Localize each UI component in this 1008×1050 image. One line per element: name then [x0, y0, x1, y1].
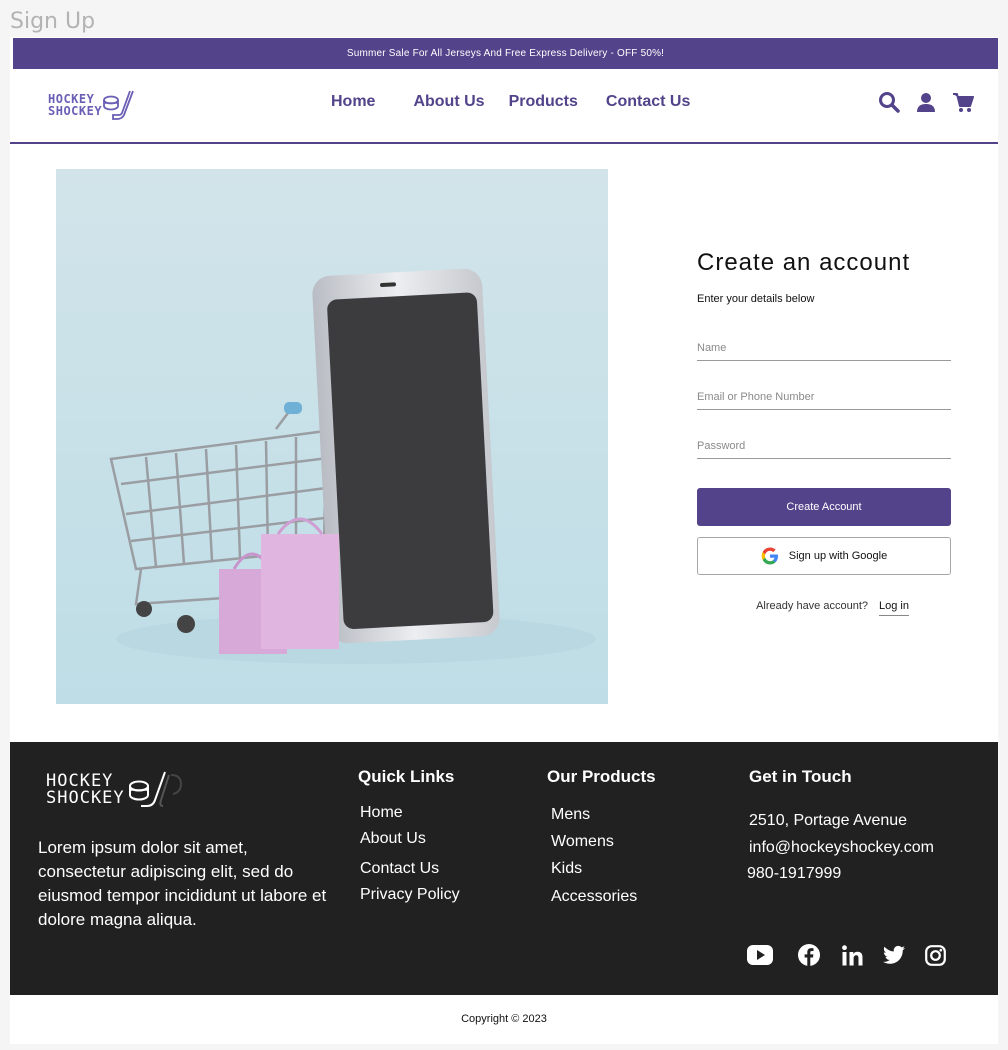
footer-link-womens[interactable]: Womens	[551, 833, 614, 851]
footer-link-home[interactable]: Home	[360, 804, 403, 822]
twitter-icon[interactable]	[883, 945, 905, 970]
instagram-icon[interactable]	[925, 944, 946, 971]
nav-about-us[interactable]: About Us	[413, 93, 484, 111]
form-title: Create an account	[697, 249, 911, 276]
nav-contact-us[interactable]: Contact Us	[606, 93, 690, 111]
page: Summer Sale For All Jerseys And Free Exp…	[10, 37, 998, 1044]
site-header: HOCKEY SHOCKEY Home About Us Products Co…	[10, 69, 998, 144]
puck-stick-icon	[103, 90, 134, 120]
signup-form: Create an account Enter your details bel…	[697, 249, 951, 616]
cart-icon[interactable]	[952, 91, 975, 113]
brand-line2: SHOCKEY	[48, 104, 103, 118]
get-in-touch-title: Get in Touch	[749, 767, 852, 786]
footer-link-mens[interactable]: Mens	[551, 806, 590, 824]
google-button-label: Sign up with Google	[788, 550, 888, 562]
hero-image	[56, 169, 608, 704]
site-footer: HOCKEY SHOCKEY Lorem ipsum dolor sit ame…	[10, 742, 998, 995]
footer-link-kids[interactable]: Kids	[551, 860, 582, 878]
google-icon	[761, 547, 778, 565]
youtube-icon[interactable]	[747, 945, 773, 970]
main-nav: Home About Us Products Contact Us	[331, 93, 690, 111]
footer-brand-line2: SHOCKEY	[46, 788, 125, 808]
promo-banner: Summer Sale For All Jerseys And Free Exp…	[13, 38, 998, 69]
brand-logo[interactable]: HOCKEY SHOCKEY	[48, 89, 136, 121]
nav-home[interactable]: Home	[331, 93, 375, 111]
google-signup-button[interactable]: Sign up with Google	[697, 537, 951, 575]
brand-wordmark: HOCKEY SHOCKEY	[48, 93, 102, 117]
nav-products[interactable]: Products	[509, 93, 578, 111]
footer-puck-stick-icon	[128, 771, 182, 807]
header-actions	[878, 91, 975, 113]
footer-link-privacy-policy[interactable]: Privacy Policy	[360, 886, 460, 904]
quick-links-title: Quick Links	[358, 767, 455, 786]
facebook-icon[interactable]	[798, 944, 820, 971]
frame-label: Sign Up	[10, 9, 96, 34]
social-links	[747, 944, 946, 971]
search-icon[interactable]	[878, 91, 901, 113]
login-link[interactable]: Log in	[879, 600, 909, 616]
login-row: Already have account? Log in	[697, 600, 951, 616]
footer-link-contact-us[interactable]: Contact Us	[360, 860, 439, 878]
footer-description: Lorem ipsum dolor sit amet, consectetur …	[38, 838, 327, 929]
shopping-cart-phone-illustration	[56, 169, 608, 704]
user-icon[interactable]	[915, 91, 938, 113]
contact-phone[interactable]: 980-1917999	[747, 865, 841, 883]
contact-email[interactable]: info@hockeyshockey.com	[749, 839, 934, 857]
promo-text: Summer Sale For All Jerseys And Free Exp…	[346, 48, 665, 59]
footer-brand-wordmark: HOCKEY SHOCKEY	[46, 773, 125, 807]
name-input[interactable]	[697, 342, 951, 361]
footer-link-accessories[interactable]: Accessories	[551, 888, 637, 906]
footer-logo[interactable]: HOCKEY SHOCKEY	[46, 770, 187, 810]
our-products-title: Our Products	[547, 767, 656, 786]
linkedin-icon[interactable]	[842, 944, 863, 971]
footer-link-about-us[interactable]: About Us	[360, 830, 426, 848]
email-phone-input[interactable]	[697, 391, 951, 410]
password-input[interactable]	[697, 440, 951, 459]
copyright: Copyright © 2023	[461, 1013, 547, 1025]
create-account-button[interactable]: Create Account	[697, 488, 951, 526]
login-prompt: Already have account?	[756, 600, 869, 612]
form-subtitle: Enter your details below	[697, 293, 815, 305]
contact-address: 2510, Portage Avenue	[749, 812, 908, 829]
